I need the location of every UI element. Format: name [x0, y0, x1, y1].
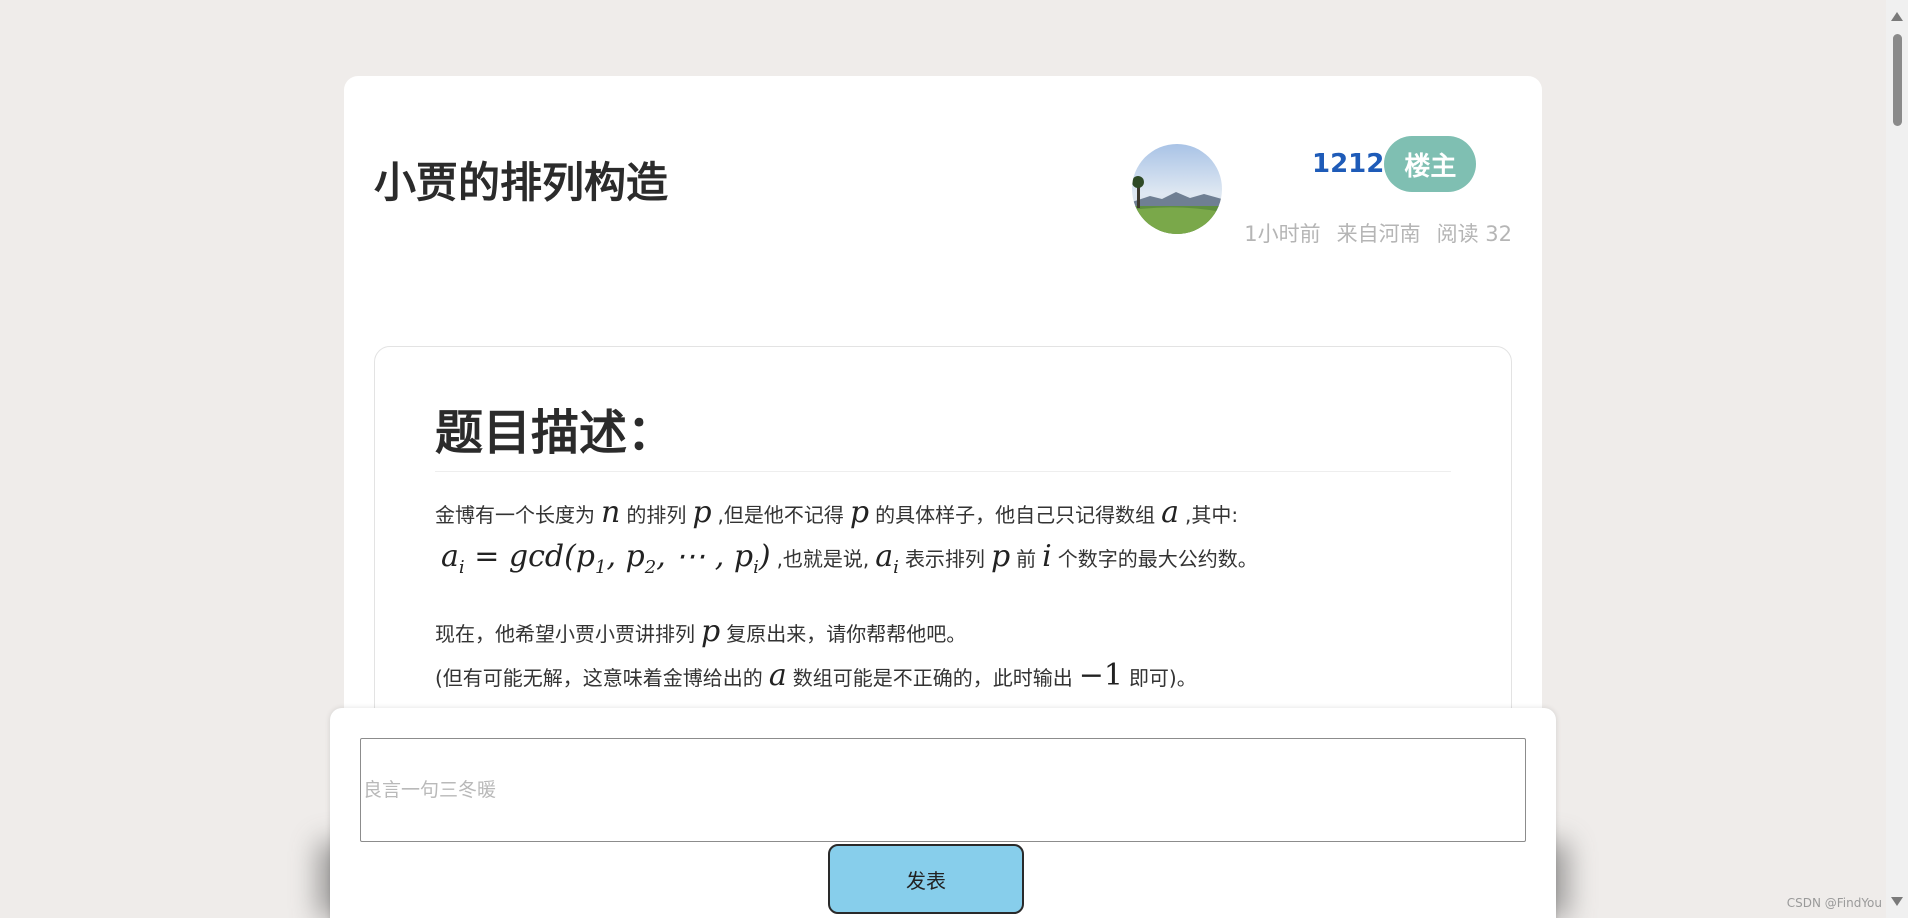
math-text: = gcd(p	[474, 539, 595, 574]
text: 现在，他希望小贾小贾讲排列	[435, 622, 695, 646]
text: 金博有一个长度为	[435, 503, 595, 527]
math-a: a	[1161, 495, 1180, 530]
owner-badge: 楼主	[1384, 136, 1477, 192]
avatar-image	[1132, 144, 1222, 234]
math-p: p	[701, 614, 721, 649]
math-n: n	[601, 495, 621, 530]
math-a: a	[441, 539, 459, 574]
math-text: , ⋯ , p	[656, 539, 754, 574]
post-location: 来自河南	[1336, 222, 1421, 246]
math-a: a	[875, 539, 894, 574]
math-p: p	[990, 539, 1011, 574]
post-meta: 1小时前 来自河南 阅读 32	[1244, 218, 1512, 248]
scroll-up-icon[interactable]	[1891, 12, 1903, 21]
comment-panel: 发表	[330, 708, 1556, 918]
watermark: CSDN @FindYou	[1786, 896, 1882, 910]
math-sub: 1	[595, 557, 607, 578]
math-sub: i	[893, 557, 899, 578]
math-a: a	[768, 658, 787, 693]
math-ai: ai	[869, 539, 905, 578]
math-sub: i	[458, 557, 465, 578]
text: 数组可能是不正确的，此时输出	[792, 666, 1073, 690]
text: ,其中:	[1185, 503, 1239, 527]
comment-input[interactable]	[360, 738, 1526, 842]
avatar[interactable]	[1132, 144, 1222, 234]
post-time: 1小时前	[1244, 222, 1321, 246]
scroll-thumb[interactable]	[1893, 34, 1902, 126]
math-i: i	[1042, 539, 1052, 574]
text: 复原出来，请你帮帮他吧。	[726, 622, 967, 646]
author-row: 1212 楼主	[1312, 136, 1477, 192]
text: 个数字的最大公约数。	[1057, 547, 1258, 571]
text: 表示排列	[904, 547, 985, 571]
post-title: 小贾的排列构造	[374, 158, 669, 207]
task-paragraph: 现在，他希望小贾小贾讲排列 p 复原出来，请你帮帮他吧。 (但有可能无解，这意味着金…	[435, 611, 1451, 699]
math-p: p	[849, 495, 870, 530]
text: 即可)。	[1128, 666, 1197, 690]
text: 的排列	[626, 503, 687, 527]
scroll-down-icon[interactable]	[1891, 897, 1903, 906]
formula-gcd: ai = gcd(p1, p2, ⋯ , pi)	[435, 539, 777, 578]
problem-paragraph: 金博有一个长度为 n 的排列 p ,但是他不记得 p 的具体样子，他自己只记得数组 a ,其中:…	[435, 492, 1451, 589]
text: 前	[1016, 547, 1037, 571]
text: ,但是他不记得	[717, 503, 844, 527]
math-text: )	[758, 539, 771, 574]
text: (但有可能无解，这意味着金博给出的	[435, 666, 763, 690]
math-p: p	[692, 495, 712, 530]
author-name[interactable]: 1212	[1312, 149, 1384, 179]
publish-button[interactable]: 发表	[828, 844, 1024, 914]
math-text: , p	[606, 539, 645, 574]
text: 的具体样子，他自己只记得数组	[875, 503, 1156, 527]
math-sub: 2	[644, 557, 657, 578]
text: ,也就是说,	[776, 547, 870, 571]
read-count: 阅读 32	[1436, 222, 1512, 246]
math-minus-one: −1	[1078, 658, 1123, 693]
page: 小贾的排列构造 1212 楼主 1小时前 来自河南 阅读 32 题目描述： 金博…	[0, 0, 1908, 918]
section-heading: 题目描述：	[435, 409, 1451, 472]
scrollbar[interactable]	[1886, 0, 1908, 918]
